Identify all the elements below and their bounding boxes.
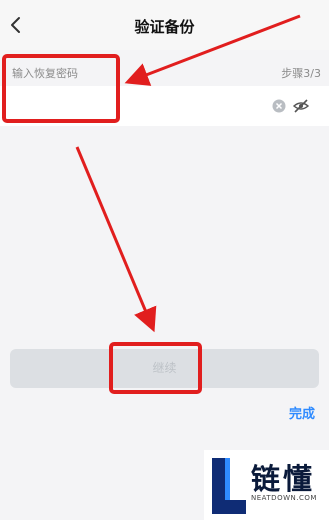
arrow-to-button	[75, 146, 157, 333]
watermark-logo-icon	[212, 458, 246, 514]
watermark-url: NEATDOWN.COM	[251, 494, 317, 502]
watermark-title: 链懂	[251, 462, 316, 496]
page-title: 验证备份	[134, 18, 195, 36]
annotation-box-label	[2, 54, 120, 123]
step-indicator: 步骤3/3	[281, 67, 321, 80]
screen: 验证备份 输入恢复密码 步骤3/3 继续 完成 链懂 NEATDOWN.COM	[0, 0, 329, 520]
clear-icon[interactable]	[272, 99, 286, 113]
annotation-box-button	[109, 342, 202, 394]
done-button[interactable]: 完成	[289, 403, 315, 422]
eye-off-icon[interactable]	[293, 98, 309, 114]
nav-bar: 验证备份	[0, 0, 329, 50]
site-watermark: 链懂 NEATDOWN.COM	[204, 450, 329, 520]
